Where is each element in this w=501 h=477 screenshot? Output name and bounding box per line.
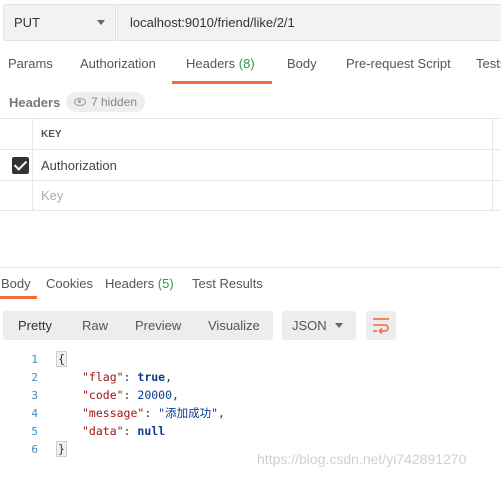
json-value: 20000 <box>137 388 173 402</box>
tab-label: Authorization <box>80 56 156 71</box>
header-key-cell[interactable]: Authorization <box>32 150 492 180</box>
tab-label: Headers <box>105 276 155 291</box>
method-select[interactable]: PUT <box>3 4 116 41</box>
url-input[interactable]: localhost:9010/friend/like/2/1 <box>117 4 501 41</box>
active-response-tab-indicator <box>0 296 37 299</box>
code-text: { <box>56 351 67 367</box>
key-column-header: KEY <box>32 119 492 149</box>
json-key: "message" <box>82 406 145 420</box>
tab-tests[interactable]: Tests <box>476 56 501 71</box>
tab-label: Test Results <box>192 276 263 291</box>
active-tab-indicator <box>172 81 272 84</box>
line-number: 3 <box>31 388 38 402</box>
open-brace: { <box>56 351 67 367</box>
divider <box>0 267 501 268</box>
line-number: 4 <box>31 406 38 420</box>
tab-label: Cookies <box>46 276 93 291</box>
view-mode-group: Pretty Raw Preview Visualize <box>3 311 273 340</box>
view-visualize-button[interactable]: Visualize <box>208 311 260 340</box>
response-tab-body[interactable]: Body <box>1 276 31 291</box>
tab-label: Headers <box>186 56 236 71</box>
headers-title: Headers <box>9 95 61 110</box>
json-value: null <box>137 424 166 438</box>
format-value: JSON <box>292 318 327 333</box>
json-key: "flag" <box>82 370 124 384</box>
json-key: "data" <box>82 424 124 438</box>
code-text: "flag": true, <box>82 370 173 384</box>
checkbox-icon[interactable] <box>12 157 29 174</box>
tab-label: Body <box>287 56 317 71</box>
json-comma: , <box>218 406 225 420</box>
line-number: 2 <box>31 370 38 384</box>
line-number: 5 <box>31 424 38 438</box>
json-value: true <box>137 370 166 384</box>
line-number: 1 <box>31 352 38 366</box>
tab-label: Params <box>8 56 53 71</box>
tab-pre-request-script[interactable]: Pre-request Script <box>346 56 451 71</box>
tab-authorization[interactable]: Authorization <box>80 56 156 71</box>
code-text: "code": 20000, <box>82 388 179 402</box>
tab-count: (8) <box>238 56 255 71</box>
table-row: Key V <box>0 180 501 211</box>
tab-label: Tests <box>476 56 501 71</box>
chevron-down-icon <box>97 20 105 25</box>
key-placeholder: Key <box>41 188 64 203</box>
tab-body[interactable]: Body <box>287 56 317 71</box>
url-value: localhost:9010/friend/like/2/1 <box>130 15 295 30</box>
wrap-lines-button[interactable] <box>366 311 396 340</box>
method-value: PUT <box>14 15 40 30</box>
table-row: Authorization B <box>0 149 501 180</box>
tab-headers[interactable]: Headers (8) <box>186 56 255 71</box>
close-brace: } <box>56 441 67 457</box>
header-key: Authorization <box>41 157 117 173</box>
line-number: 6 <box>31 442 38 456</box>
chevron-down-icon <box>335 323 343 328</box>
json-value: "添加成功" <box>158 406 219 420</box>
tab-label: Body <box>1 276 31 291</box>
code-text: "message": "添加成功", <box>82 406 225 420</box>
view-raw-button[interactable]: Raw <box>82 311 108 340</box>
wrap-lines-icon <box>373 318 389 334</box>
json-comma: , <box>165 370 173 384</box>
hidden-headers-toggle[interactable]: 7 hidden <box>66 92 146 112</box>
eye-icon <box>74 98 86 106</box>
code-text: } <box>56 441 67 457</box>
response-tab-cookies[interactable]: Cookies <box>46 276 93 291</box>
response-tab-test-results[interactable]: Test Results <box>192 276 263 291</box>
code-text: "data": null <box>82 424 166 438</box>
table-header-row: KEY V <box>0 118 501 149</box>
view-preview-button[interactable]: Preview <box>135 311 181 340</box>
hidden-count: 7 hidden <box>91 95 138 109</box>
tab-label: Pre-request Script <box>346 56 451 71</box>
view-pretty-button[interactable]: Pretty <box>18 311 52 340</box>
new-key-input[interactable]: Key <box>32 181 492 210</box>
format-select[interactable]: JSON <box>282 311 356 340</box>
column-label: KEY <box>41 128 62 140</box>
watermark: https://blog.csdn.net/yi742891270 <box>257 451 467 467</box>
tab-params[interactable]: Params <box>8 56 53 71</box>
header-value-cell[interactable]: B <box>492 150 501 180</box>
json-key: "code" <box>82 388 124 402</box>
json-comma: , <box>172 388 179 402</box>
new-value-input[interactable]: V <box>492 181 501 210</box>
request-bar: PUT localhost:9010/friend/like/2/1 <box>0 0 501 45</box>
response-tab-headers[interactable]: Headers (5) <box>105 276 174 291</box>
tab-count: (5) <box>157 276 174 291</box>
value-column-header: V <box>492 119 501 149</box>
